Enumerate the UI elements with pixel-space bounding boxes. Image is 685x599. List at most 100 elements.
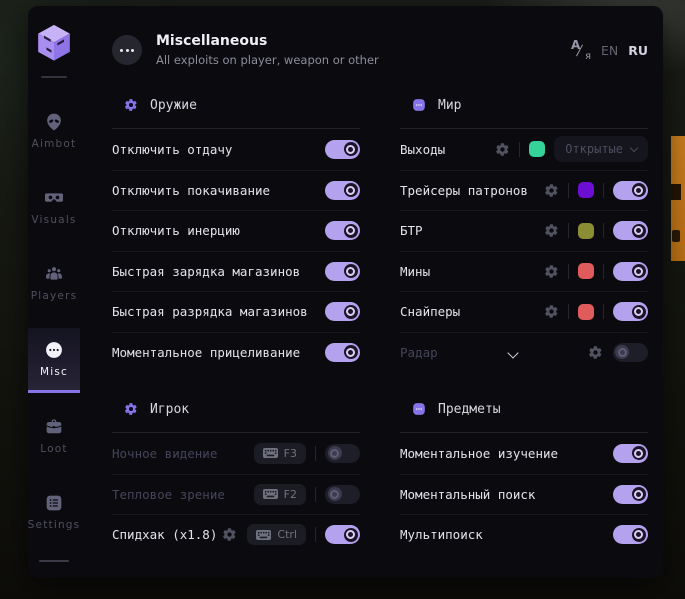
sidebar-item-visuals[interactable]: Visuals: [28, 176, 80, 238]
keybind-badge[interactable]: F2: [254, 484, 306, 505]
toggle-no-sway[interactable]: [325, 181, 360, 200]
sidebar-item-aimbot[interactable]: Aimbot: [28, 100, 80, 162]
dropdown-value: Открытые: [565, 142, 623, 156]
toggle-instant-research[interactable]: [613, 444, 648, 463]
section-world-header: Мир: [400, 94, 648, 116]
sidebar-item-players[interactable]: Players: [28, 252, 80, 314]
toggle-speedhack[interactable]: [325, 525, 360, 544]
toggle-row: Отключить покачивание: [112, 170, 360, 211]
settings-list-icon: [44, 493, 64, 513]
setting-row: Спидхак (x1.8) Ctrl: [112, 514, 360, 555]
gear-icon[interactable]: [222, 527, 237, 542]
row-label: Моментальное изучение: [400, 446, 558, 461]
toggle-no-recoil[interactable]: [325, 140, 360, 159]
sidebar-bottom-divider: [39, 560, 69, 562]
misc-page-icon: [112, 35, 142, 65]
players-group-icon: [44, 264, 64, 284]
chevron-down-icon[interactable]: [507, 348, 518, 359]
separator: [315, 446, 316, 461]
lang-en-button[interactable]: EN: [601, 43, 618, 58]
toggle-instant-loot[interactable]: [613, 485, 648, 504]
toggle-snipers[interactable]: [613, 302, 648, 321]
cheat-menu-panel: Aimbot Visuals Play: [28, 6, 663, 578]
gear-icon[interactable]: [495, 142, 510, 157]
keybind-badge[interactable]: Ctrl: [247, 524, 306, 545]
page-header: Miscellaneous All exploits on player, we…: [112, 28, 648, 72]
keybind-label: Ctrl: [277, 528, 297, 541]
chevron-down-icon: [630, 144, 638, 152]
sidebar-item-misc[interactable]: Misc: [28, 328, 80, 393]
toggle-radar[interactable]: [613, 343, 648, 362]
sidebar-nav: Aimbot Visuals Play: [28, 92, 80, 543]
color-swatch[interactable]: [578, 304, 594, 320]
toggle-mines[interactable]: [613, 262, 648, 281]
page-title-block: Miscellaneous All exploits on player, we…: [156, 33, 379, 67]
toggle-row: Моментальный поиск: [400, 474, 648, 515]
sidebar-item-label: Aimbot: [32, 138, 77, 150]
language-switcher: Aя EN RU: [571, 40, 648, 60]
row-label: Отключить отдачу: [112, 142, 232, 157]
row-label: Спидхак (x1.8): [112, 527, 217, 542]
sidebar-item-label: Misc: [40, 366, 68, 378]
toggle-instant-ads[interactable]: [325, 343, 360, 362]
row-label: Радар: [400, 345, 438, 360]
ellipsis-circle-icon: [44, 340, 64, 360]
sections-grid: Оружие Отключить отдачу Отключить покачи…: [112, 94, 648, 555]
setting-row: Мины: [400, 251, 648, 292]
toggle-night-vision[interactable]: [325, 444, 360, 463]
row-label: Мины: [400, 264, 430, 279]
separator: [568, 183, 569, 198]
keybind-label: F2: [284, 488, 297, 501]
sidebar-divider: [41, 76, 67, 78]
toggle-multi-loot[interactable]: [613, 525, 648, 544]
section-title: Предметы: [438, 402, 501, 417]
setting-row: Выходы Открытые: [400, 129, 648, 170]
section-player: Игрок Ночное видение F3: [112, 398, 360, 555]
color-swatch[interactable]: [578, 223, 594, 239]
gear-icon[interactable]: [544, 223, 559, 238]
toggle-btr[interactable]: [613, 221, 648, 240]
content-area: Miscellaneous All exploits on player, we…: [80, 6, 663, 578]
toggle-row: Быстрая зарядка магазинов: [112, 251, 360, 292]
row-label: Отключить инерцию: [112, 223, 240, 238]
toggle-row: Отключить отдачу: [112, 129, 360, 170]
row-label: Мультипоиск: [400, 527, 483, 542]
sidebar-item-loot[interactable]: Loot: [28, 405, 80, 467]
row-label: Трейсеры патронов: [400, 183, 528, 198]
lang-ru-button[interactable]: RU: [628, 43, 648, 58]
gear-icon[interactable]: [544, 304, 559, 319]
dots-square-icon: [412, 402, 426, 416]
translate-icon: Aя: [571, 40, 591, 60]
toggle-bullet-tracers[interactable]: [613, 181, 648, 200]
section-title: Оружие: [150, 98, 197, 113]
gear-icon[interactable]: [544, 183, 559, 198]
setting-row: Тепловое зрение F2: [112, 474, 360, 515]
toggle-fast-reload[interactable]: [325, 262, 360, 281]
setting-row: Трейсеры патронов: [400, 170, 648, 211]
toggle-fast-unload[interactable]: [325, 302, 360, 321]
separator: [315, 487, 316, 502]
keybind-label: F3: [284, 447, 297, 460]
toggle-no-inertia[interactable]: [325, 221, 360, 240]
gear-icon[interactable]: [544, 264, 559, 279]
toggle-row: Моментальное прицеливание: [112, 332, 360, 373]
row-label: Отключить покачивание: [112, 183, 270, 198]
gear-icon[interactable]: [588, 345, 603, 360]
section-title: Мир: [438, 98, 461, 113]
row-label: Быстрая разрядка магазинов: [112, 304, 308, 319]
dots-square-icon: [412, 98, 426, 112]
keybind-badge[interactable]: F3: [254, 443, 306, 464]
row-label: Моментальный поиск: [400, 487, 535, 502]
sidebar-item-settings[interactable]: Settings: [28, 481, 80, 543]
separator: [315, 527, 316, 542]
toggle-thermal-vision[interactable]: [325, 485, 360, 504]
toggle-row: Отключить инерцию: [112, 210, 360, 251]
color-swatch[interactable]: [578, 182, 594, 198]
toggle-row: Быстрая разрядка магазинов: [112, 291, 360, 332]
toggle-row: Мультипоиск: [400, 514, 648, 555]
exits-dropdown[interactable]: Открытые: [554, 136, 648, 162]
sidebar-item-label: Visuals: [31, 214, 76, 226]
color-swatch[interactable]: [578, 263, 594, 279]
sidebar: Aimbot Visuals Play: [28, 6, 80, 578]
color-swatch[interactable]: [529, 141, 545, 157]
